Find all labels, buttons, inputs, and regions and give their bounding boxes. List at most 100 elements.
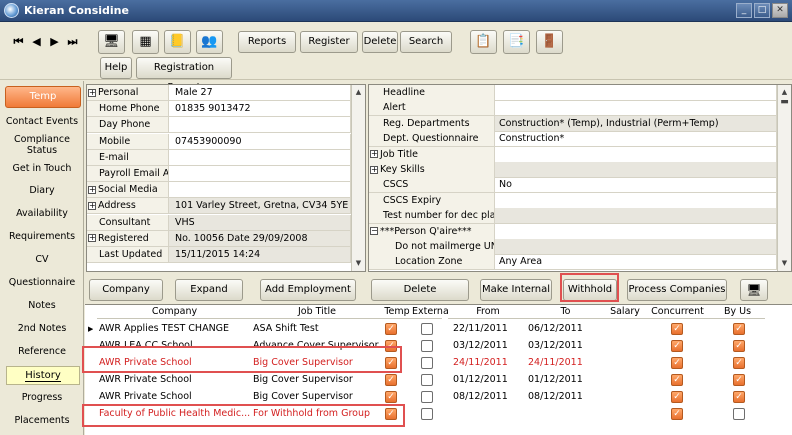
make-internal-button[interactable]: Make Internal — [480, 279, 552, 301]
field-value[interactable] — [495, 223, 777, 240]
company-button[interactable]: Company — [89, 279, 163, 301]
expand-icon[interactable]: + — [88, 201, 96, 210]
scroll-thumb[interactable]: ▬ — [779, 97, 790, 108]
expand-icon[interactable]: + — [88, 234, 96, 243]
field-value[interactable] — [169, 182, 351, 199]
column-header-company[interactable]: Company — [97, 305, 252, 319]
last-record-icon[interactable]: ⏭ — [66, 34, 79, 50]
table-row[interactable]: AWR Private School Big Cover Supervisor ✓ 0… — [85, 389, 792, 405]
field-value[interactable]: Construction* (Temp), Industrial (Perm+T… — [495, 115, 777, 132]
field-value[interactable]: Construction* — [495, 131, 777, 148]
by-us-checkbox[interactable]: ✓ — [733, 323, 745, 335]
grid-icon[interactable]: ▦ — [132, 30, 159, 54]
reports-button[interactable]: Reports — [238, 31, 296, 53]
column-header-external[interactable]: External — [412, 305, 451, 319]
by-us-checkbox[interactable]: ✓ — [733, 374, 745, 386]
concurrent-checkbox[interactable]: ✓ — [671, 323, 683, 335]
temp-checkbox[interactable]: ✓ — [385, 357, 397, 369]
add-employment-button[interactable]: Add Employment — [260, 279, 356, 301]
concurrent-checkbox[interactable]: ✓ — [671, 408, 683, 420]
column-header-temp[interactable]: Temp — [382, 305, 412, 319]
field-value[interactable] — [495, 85, 777, 101]
column-header-from[interactable]: From — [448, 305, 528, 319]
minimize-button[interactable]: _ — [736, 3, 752, 18]
temp-checkbox[interactable]: ✓ — [385, 408, 397, 420]
field-value[interactable]: 101 Varley Street, Gretna, CV34 5YE — [169, 198, 351, 215]
expand-button[interactable]: Expand — [175, 279, 243, 301]
next-record-icon[interactable]: ▶ — [48, 34, 61, 50]
external-checkbox[interactable] — [421, 391, 433, 403]
sidebar-item-contact-events[interactable]: Contact Events — [0, 116, 84, 127]
sidebar-item-availability[interactable]: Availability — [0, 208, 84, 219]
field-value[interactable] — [495, 192, 777, 209]
scroll-down-icon[interactable]: ▼ — [353, 258, 364, 269]
document-icon[interactable]: 📋 — [470, 30, 497, 54]
table-row[interactable]: AWR Private School Big Cover Supervisor ✓ 2… — [85, 355, 792, 371]
field-value[interactable] — [495, 100, 777, 117]
expand-icon[interactable]: + — [370, 165, 378, 174]
field-value[interactable] — [169, 166, 351, 182]
by-us-checkbox[interactable]: ✓ — [733, 391, 745, 403]
field-value[interactable]: Male 27 — [169, 85, 351, 101]
maximize-button[interactable]: □ — [754, 3, 770, 18]
table-row[interactable]: AWR LEA CC School Advance Cover Superviso… — [85, 338, 792, 354]
concurrent-checkbox[interactable]: ✓ — [671, 340, 683, 352]
sidebar-item-progress[interactable]: Progress — [0, 392, 84, 403]
field-value[interactable] — [495, 239, 777, 255]
concurrent-checkbox[interactable]: ✓ — [671, 391, 683, 403]
collapse-icon[interactable]: − — [370, 227, 378, 236]
field-value[interactable]: No — [495, 177, 777, 194]
by-us-checkbox[interactable]: ✓ — [733, 340, 745, 352]
table-row[interactable]: Faculty of Public Health Medic... For Wit… — [85, 406, 792, 422]
field-value[interactable]: VHS — [169, 214, 351, 231]
concurrent-checkbox[interactable]: ✓ — [671, 374, 683, 386]
external-checkbox[interactable] — [421, 408, 433, 420]
expand-icon[interactable]: + — [88, 185, 96, 194]
documents-icon[interactable]: 📑 — [503, 30, 530, 54]
external-checkbox[interactable] — [421, 323, 433, 335]
field-value[interactable] — [495, 208, 777, 225]
scroll-down-icon[interactable]: ▼ — [779, 258, 790, 269]
temp-checkbox[interactable]: ✓ — [385, 374, 397, 386]
expand-icon[interactable]: + — [88, 88, 96, 97]
external-checkbox[interactable] — [421, 357, 433, 369]
help-button[interactable]: Help — [100, 57, 132, 79]
field-value[interactable]: No. 10056 Date 29/09/2008 — [169, 230, 351, 247]
sidebar-item-questionnaire[interactable]: Questionnaire — [0, 277, 84, 288]
sidebar-item-cv[interactable]: CV — [0, 254, 84, 265]
delete-button[interactable]: Delete — [362, 31, 398, 53]
search-button[interactable]: Search — [400, 31, 452, 53]
column-header-concurrent[interactable]: Concurrent — [645, 305, 710, 319]
sidebar-item-diary[interactable]: Diary — [0, 185, 84, 196]
first-record-icon[interactable]: ⏮ — [12, 34, 25, 50]
withhold-button[interactable]: Withhold — [563, 279, 617, 301]
sidebar-item-get-in-touch[interactable]: Get in Touch — [0, 163, 84, 174]
delete-employment-button[interactable]: Delete Employment — [371, 279, 469, 315]
temp-checkbox[interactable]: ✓ — [385, 391, 397, 403]
field-value[interactable]: 15/11/2015 14:24 — [169, 247, 351, 263]
external-checkbox[interactable] — [421, 374, 433, 386]
temp-checkbox[interactable]: ✓ — [385, 340, 397, 352]
expand-icon[interactable]: + — [370, 150, 378, 159]
table-row[interactable]: AWR Private School Big Cover Supervisor ✓ 0… — [85, 372, 792, 388]
field-value[interactable] — [169, 117, 351, 134]
computer-icon[interactable]: 🖥 — [98, 30, 125, 54]
external-checkbox[interactable] — [421, 340, 433, 352]
column-header-by-us[interactable]: By Us — [710, 305, 765, 319]
computer-icon[interactable]: 🖥 — [740, 279, 768, 301]
sidebar-item-compliance-status[interactable]: Compliance Status — [0, 134, 84, 156]
field-value[interactable]: 07453900090 — [169, 133, 351, 150]
previous-record-icon[interactable]: ◀ — [30, 34, 43, 50]
by-us-checkbox[interactable] — [733, 408, 745, 420]
registration-report-button[interactable]: Registration Report — [136, 57, 232, 93]
sidebar-item-history[interactable]: History — [6, 366, 80, 385]
sidebar-item-notes[interactable]: Notes — [0, 300, 84, 311]
concurrent-checkbox[interactable]: ✓ — [671, 357, 683, 369]
field-value[interactable] — [495, 162, 777, 178]
field-value[interactable]: Any Area — [495, 254, 777, 271]
left-panel-scrollbar[interactable]: ▲ ▼ — [351, 85, 365, 271]
column-header-to[interactable]: To — [528, 305, 603, 319]
scroll-up-icon[interactable]: ▲ — [353, 87, 364, 98]
by-us-checkbox[interactable]: ✓ — [733, 357, 745, 369]
field-value[interactable] — [169, 149, 351, 166]
